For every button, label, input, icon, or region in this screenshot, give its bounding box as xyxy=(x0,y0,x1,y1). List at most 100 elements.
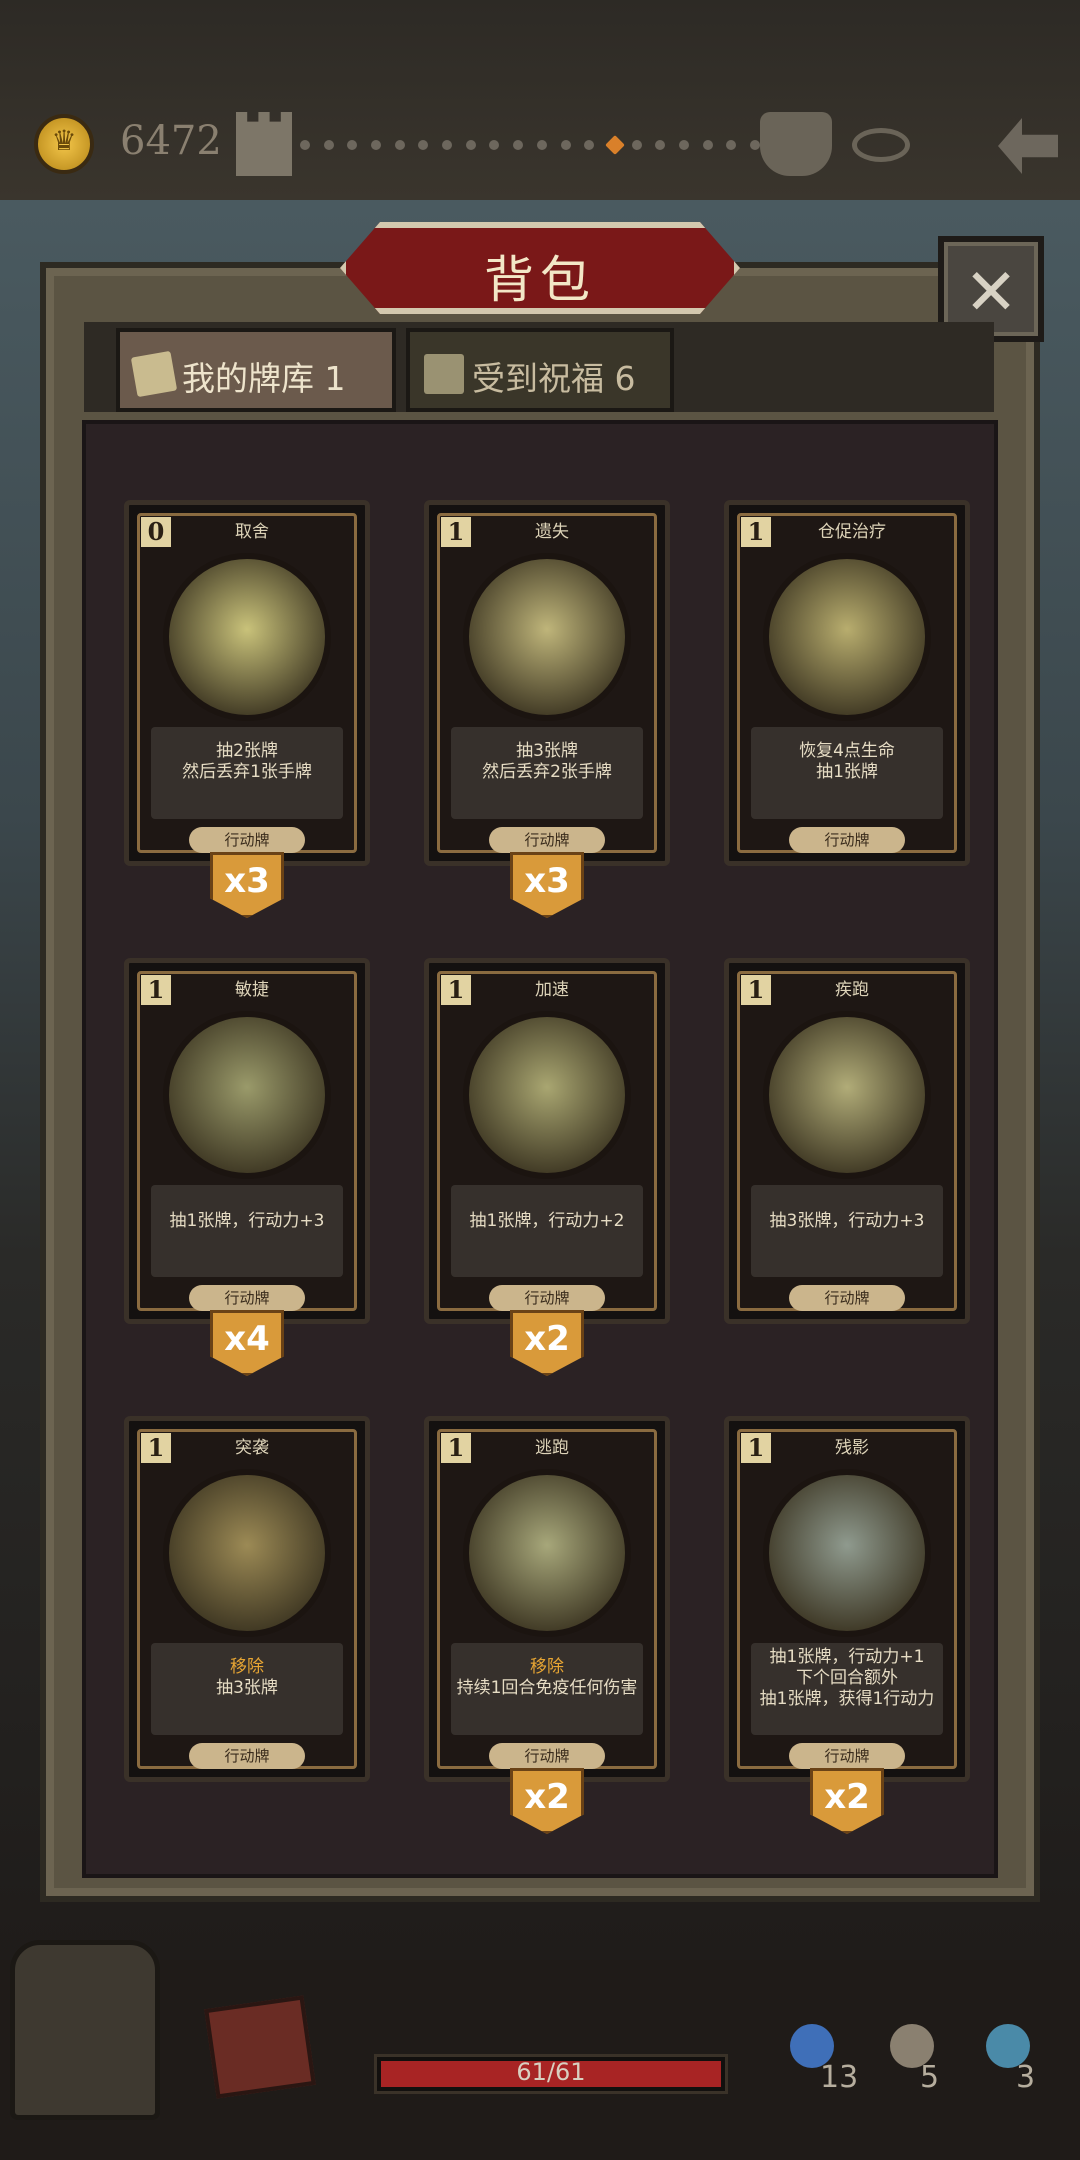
card-count-badge: x3 xyxy=(210,852,284,918)
card-keyword: 移除 xyxy=(530,1657,564,1677)
gold-amount: 6472 xyxy=(120,118,222,164)
card-description-line: 恢复4点生命 xyxy=(799,741,895,761)
card-count-badge: x2 xyxy=(510,1310,584,1376)
progress-dot xyxy=(489,140,500,150)
tab-blessings[interactable]: 受到祝福 6 xyxy=(406,328,674,412)
progress-dot xyxy=(371,140,382,150)
card-type: 行动牌 xyxy=(489,1743,605,1769)
card[interactable]: 1 敏捷 抽1张牌，行动力+3 行动牌 xyxy=(124,958,370,1324)
card-type: 行动牌 xyxy=(789,1285,905,1311)
eye-icon[interactable] xyxy=(852,128,910,162)
panel-title: 背包 xyxy=(484,251,596,309)
card-description-line: 抽3张牌，行动力+3 xyxy=(769,1211,925,1231)
card-art-image xyxy=(763,1469,931,1637)
card-name: 取舍 xyxy=(235,522,269,542)
stat-value: 3 xyxy=(1016,2060,1036,2095)
card-count-badge: x2 xyxy=(510,1768,584,1834)
progress-dot xyxy=(536,140,547,150)
tab-label: 受到祝福 6 xyxy=(472,359,636,398)
card-cost: 0 xyxy=(141,517,171,547)
hp-text: 61/61 xyxy=(516,2058,586,2086)
tab-label: 我的牌库 1 xyxy=(182,359,346,398)
card-name: 仓促治疗 xyxy=(818,522,886,542)
card[interactable]: 1 遗失 抽3张牌 然后丢弃2张手牌 行动牌 xyxy=(424,500,670,866)
cards-icon xyxy=(130,350,178,398)
card-keyword: 移除 xyxy=(230,1657,264,1677)
card-type: 行动牌 xyxy=(489,1285,605,1311)
card[interactable]: 1 突袭移除 抽3张牌行动牌 xyxy=(124,1416,370,1782)
card-description: 抽1张牌，行动力+2 xyxy=(451,1211,643,1232)
card-count-badge: x3 xyxy=(510,852,584,918)
card[interactable]: 1 加速抽1张牌，行动力+2 行动牌 xyxy=(424,958,670,1324)
card-description: 抽1张牌，行动力+1 下个回合额外 抽1张牌，获得1行动力 xyxy=(751,1647,943,1710)
card-type: 行动牌 xyxy=(789,827,905,853)
card-description-line: 抽3张牌 xyxy=(216,1678,278,1698)
progress-dot xyxy=(678,140,689,150)
tab-bar: 我的牌库 1 受到祝福 6 xyxy=(84,322,994,412)
tab-my-deck[interactable]: 我的牌库 1 xyxy=(116,328,396,412)
card-description: 抽1张牌，行动力+3 xyxy=(151,1211,343,1232)
card-art-image xyxy=(763,553,931,721)
card-grid-area[interactable]: 0 取舍 抽2张牌 然后丢弃1张手牌 行动牌 x3 1 遗失 抽3张牌 然后丢弃2张手牌 行动牌 x3… xyxy=(82,420,998,1878)
gold-coin-icon xyxy=(34,114,94,174)
card-art-image xyxy=(763,1011,931,1179)
progress-dot xyxy=(513,140,524,150)
progress-dot xyxy=(323,140,334,150)
card[interactable]: 1 残影抽1张牌，行动力+1 下个回合额外 抽1张牌，获得1行动力行动牌 xyxy=(724,1416,970,1782)
card-name: 残影 xyxy=(835,1438,869,1458)
card-cost: 1 xyxy=(741,975,771,1005)
card-name: 疾跑 xyxy=(835,980,869,1000)
card-type: 行动牌 xyxy=(189,1285,305,1311)
progress-dot xyxy=(750,140,760,150)
card-cost: 1 xyxy=(141,1433,171,1463)
card-cost: 1 xyxy=(441,1433,471,1463)
card-description: 抽2张牌 然后丢弃1张手牌 xyxy=(151,741,343,783)
card-description-line: 抽1张牌，行动力+2 xyxy=(469,1211,625,1231)
card[interactable]: 1 疾跑抽3张牌，行动力+3 行动牌 xyxy=(724,958,970,1324)
stat-value: 13 xyxy=(820,2060,859,2095)
progress-dot xyxy=(394,140,405,150)
card-art-image xyxy=(463,1011,631,1179)
card-description-line: 抽1张牌，行动力+1 xyxy=(769,1647,925,1667)
close-icon: ✕ xyxy=(964,256,1018,330)
card[interactable]: 1 逃跑 移除 持续1回合免疫任何伤害 行动牌 xyxy=(424,1416,670,1782)
card-description-line: 抽1张牌，获得1行动力 xyxy=(759,1689,935,1709)
treasure-chest-icon[interactable] xyxy=(10,1940,160,2120)
card-description: 抽3张牌，行动力+3 xyxy=(751,1211,943,1232)
card-description-line: 抽1张牌 xyxy=(816,762,878,782)
card-description-line: 持续1回合免疫任何伤害 xyxy=(456,1678,638,1698)
card-art-image xyxy=(463,1469,631,1637)
progress-dot xyxy=(631,140,642,150)
card-cost: 1 xyxy=(441,517,471,547)
card-art-image xyxy=(163,553,331,721)
progress-dot xyxy=(584,140,595,150)
card-description: 恢复4点生命 抽1张牌 xyxy=(751,741,943,783)
card-cost: 1 xyxy=(741,1433,771,1463)
card-description: 移除 抽3张牌 xyxy=(151,1657,343,1699)
boss-icon xyxy=(760,112,832,176)
progress-dot xyxy=(726,140,737,150)
card-description-line: 然后丢弃1张手牌 xyxy=(182,762,312,782)
progress-dot xyxy=(655,140,666,150)
progress-dot xyxy=(347,140,358,150)
card-description-line: 然后丢弃2张手牌 xyxy=(482,762,612,782)
card-type: 行动牌 xyxy=(189,1743,305,1769)
card-count-badge: x2 xyxy=(810,1768,884,1834)
progress-dot xyxy=(702,140,713,150)
card-type: 行动牌 xyxy=(789,1743,905,1769)
card-description: 抽3张牌 然后丢弃2张手牌 xyxy=(451,741,643,783)
card-art-image xyxy=(463,553,631,721)
stat-value: 5 xyxy=(920,2060,940,2095)
progress-dot xyxy=(442,140,453,150)
card-name: 突袭 xyxy=(235,1438,269,1458)
spellbook-icon[interactable] xyxy=(204,1995,316,2099)
gift-icon xyxy=(424,354,464,394)
back-arrow-icon[interactable] xyxy=(998,118,1058,174)
card-description: 移除 持续1回合免疫任何伤害 xyxy=(451,1657,643,1699)
card[interactable]: 0 取舍 抽2张牌 然后丢弃1张手牌 行动牌 xyxy=(124,500,370,866)
card-name: 加速 xyxy=(535,980,569,1000)
card[interactable]: 1 仓促治疗 恢复4点生命 抽1张牌 行动牌 xyxy=(724,500,970,866)
level-progress-track xyxy=(300,135,760,155)
card-cost: 1 xyxy=(441,975,471,1005)
card-count-badge: x4 xyxy=(210,1310,284,1376)
